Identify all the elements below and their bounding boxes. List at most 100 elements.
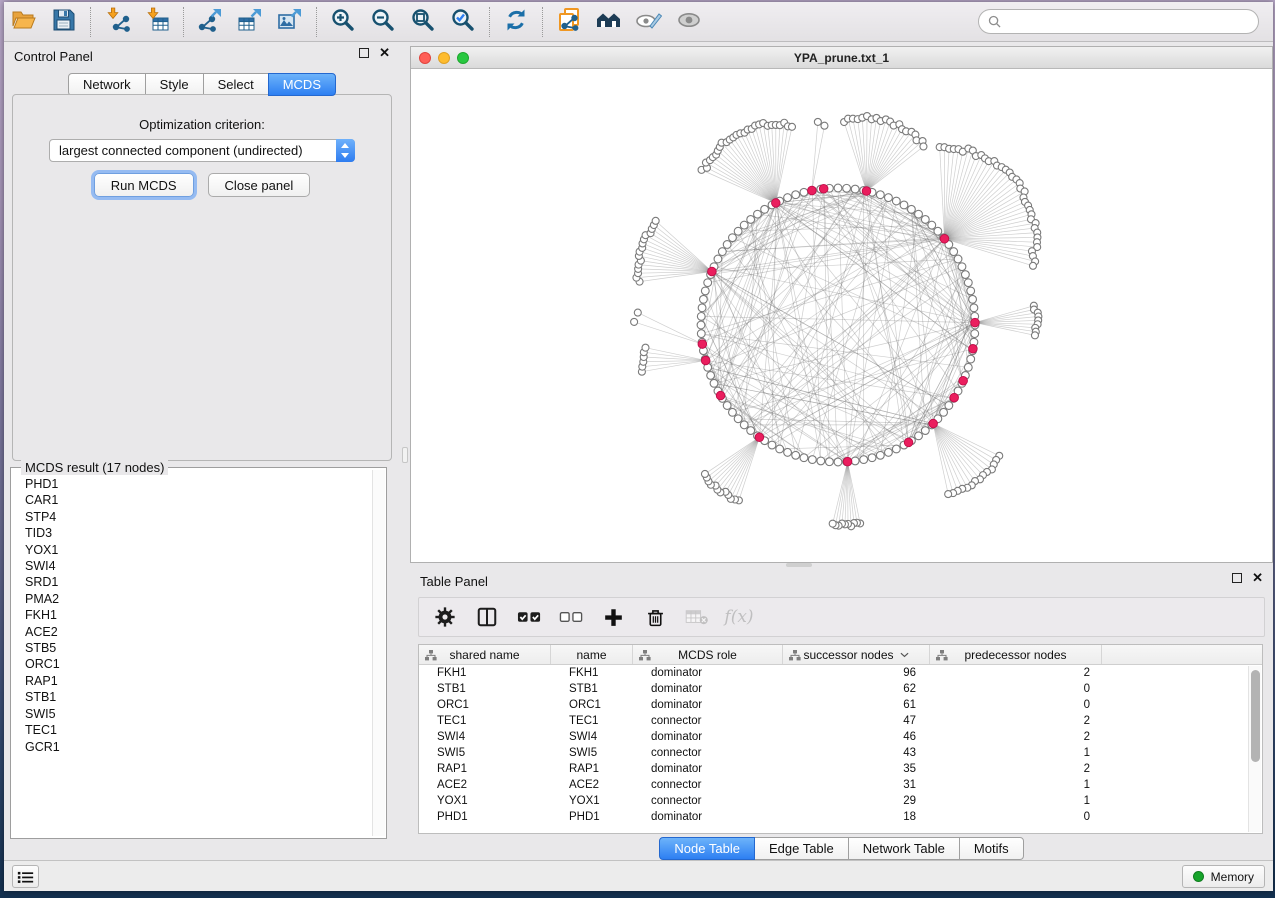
column-header-name[interactable]: name	[551, 645, 633, 664]
mcds-result-item[interactable]: CAR1	[12, 492, 370, 508]
mcds-result-item[interactable]: GCR1	[12, 739, 370, 755]
tab-edge-table[interactable]: Edge Table	[754, 837, 849, 860]
open-file-button[interactable]	[4, 5, 44, 39]
column-header-predecessor-nodes[interactable]: predecessor nodes	[930, 645, 1102, 664]
mcds-result-item[interactable]: RAP1	[12, 673, 370, 689]
splitter-grip-icon	[402, 447, 408, 463]
control-panel-tabs: NetworkStyleSelectMCDS	[4, 73, 400, 96]
table-cell: SWI5	[419, 747, 551, 759]
mcds-result-item[interactable]: PMA2	[12, 591, 370, 607]
mcds-result-item[interactable]: YOX1	[12, 542, 370, 558]
duplicate-network-button[interactable]	[549, 5, 589, 39]
table-toolbar: f(x)	[418, 597, 1265, 637]
tab-network[interactable]: Network	[68, 73, 146, 96]
tab-select[interactable]: Select	[203, 73, 269, 96]
select-all-icon[interactable]	[516, 605, 542, 629]
table-row[interactable]: STB1STB1dominator620	[419, 681, 1262, 697]
mcds-result-item[interactable]: SWI5	[12, 706, 370, 722]
run-mcds-button[interactable]: Run MCDS	[94, 173, 194, 197]
table-row[interactable]: TEC1TEC1connector472	[419, 713, 1262, 729]
mcds-result-item[interactable]: ORC1	[12, 656, 370, 672]
import-network-button[interactable]	[97, 5, 137, 39]
table-row[interactable]: PHD1PHD1dominator180	[419, 809, 1262, 825]
toolbar-separator	[489, 7, 490, 37]
search-input[interactable]	[1007, 15, 1249, 29]
table-cell: STB1	[551, 683, 633, 695]
deselect-all-icon[interactable]	[558, 605, 584, 629]
table-scrollbar-thumb[interactable]	[1251, 670, 1260, 762]
table-cell: 29	[783, 795, 930, 807]
tab-motifs[interactable]: Motifs	[959, 837, 1024, 860]
add-column-icon[interactable]	[600, 605, 626, 629]
table-row[interactable]: ORC1ORC1dominator610	[419, 697, 1262, 713]
dropdown-selected-value: largest connected component (undirected)	[59, 143, 336, 158]
zoom-selected-button[interactable]	[443, 5, 483, 39]
network-canvas[interactable]	[411, 69, 1272, 562]
mcds-result-item[interactable]: SWI4	[12, 558, 370, 574]
mcds-result-item[interactable]: ACE2	[12, 624, 370, 640]
tab-mcds[interactable]: MCDS	[268, 73, 336, 96]
table-row[interactable]: FKH1FKH1dominator962	[419, 665, 1262, 681]
column-header-MCDS-role[interactable]: MCDS role	[633, 645, 783, 664]
table-row[interactable]: YOX1YOX1connector291	[419, 793, 1262, 809]
panel-splitter[interactable]	[400, 43, 410, 860]
import-table-button[interactable]	[137, 5, 177, 39]
network-window-titlebar[interactable]: YPA_prune.txt_1	[411, 47, 1272, 69]
table-cell: 18	[783, 811, 930, 823]
mcds-result-item[interactable]: STB5	[12, 640, 370, 656]
mcds-result-item[interactable]: STB1	[12, 689, 370, 705]
export-network-button[interactable]	[190, 5, 230, 39]
zoom-out-icon	[370, 7, 396, 36]
export-table-button[interactable]	[230, 5, 270, 39]
refresh-view-button[interactable]	[496, 5, 536, 39]
delete-table-icon	[684, 605, 710, 629]
tab-node-table[interactable]: Node Table	[659, 837, 755, 860]
first-neighbors-button[interactable]	[589, 5, 629, 39]
table-row[interactable]: SWI5SWI5connector431	[419, 745, 1262, 761]
mcds-result-item[interactable]: PHD1	[12, 476, 370, 492]
zoom-out-button[interactable]	[363, 5, 403, 39]
table-tabs: Node TableEdge TableNetwork TableMotifs	[410, 837, 1273, 860]
table-settings-icon[interactable]	[432, 605, 458, 629]
refresh-view-icon	[503, 7, 529, 36]
hide-selected-button[interactable]	[629, 5, 669, 39]
tab-style[interactable]: Style	[145, 73, 204, 96]
table-panel: Table Panel ✕ f(x) shared namenameMCDS r…	[410, 568, 1273, 860]
mcds-result-item[interactable]: TEC1	[12, 722, 370, 738]
close-table-panel-icon[interactable]: ✕	[1252, 573, 1263, 583]
tab-network-table[interactable]: Network Table	[848, 837, 960, 860]
optimization-criterion-label: Optimization criterion:	[13, 117, 391, 132]
search-box[interactable]	[978, 9, 1259, 34]
export-image-button[interactable]	[270, 5, 310, 39]
mcds-result-list[interactable]: PHD1CAR1STP4TID3YOX1SWI4SRD1PMA2FKH1ACE2…	[12, 476, 370, 836]
mcds-result-item[interactable]: FKH1	[12, 607, 370, 623]
delete-column-icon[interactable]	[642, 605, 668, 629]
table-scrollbar[interactable]	[1248, 666, 1261, 832]
status-bar: Memory	[4, 860, 1273, 891]
table-row[interactable]: RAP1RAP1dominator352	[419, 761, 1262, 777]
memory-button[interactable]: Memory	[1182, 865, 1265, 888]
show-panels-button[interactable]	[12, 865, 39, 888]
column-header-shared-name[interactable]: shared name	[419, 645, 551, 664]
float-panel-icon[interactable]	[359, 48, 369, 58]
table-cell: connector	[633, 795, 783, 807]
close-panel-button[interactable]: Close panel	[208, 173, 311, 197]
mcds-result-item[interactable]: SRD1	[12, 574, 370, 590]
column-panel-icon[interactable]	[474, 605, 500, 629]
table-row[interactable]: ACE2ACE2connector311	[419, 777, 1262, 793]
float-table-panel-icon[interactable]	[1232, 573, 1242, 583]
zoom-fit-button[interactable]	[403, 5, 443, 39]
result-list-scrollbar[interactable]	[372, 470, 385, 836]
table-panel-title: Table Panel	[420, 574, 488, 589]
zoom-in-button[interactable]	[323, 5, 363, 39]
open-file-icon	[11, 7, 37, 36]
mcds-result-item[interactable]: TID3	[12, 525, 370, 541]
optimization-criterion-dropdown[interactable]: largest connected component (undirected)	[49, 139, 355, 162]
mcds-result-item[interactable]: STP4	[12, 509, 370, 525]
save-session-button[interactable]	[44, 5, 84, 39]
table-row[interactable]: SWI4SWI4dominator462	[419, 729, 1262, 745]
show-all-button[interactable]	[669, 5, 709, 39]
table-cell: PHD1	[419, 811, 551, 823]
close-panel-icon[interactable]: ✕	[379, 48, 390, 58]
column-header-successor-nodes[interactable]: successor nodes	[783, 645, 930, 664]
